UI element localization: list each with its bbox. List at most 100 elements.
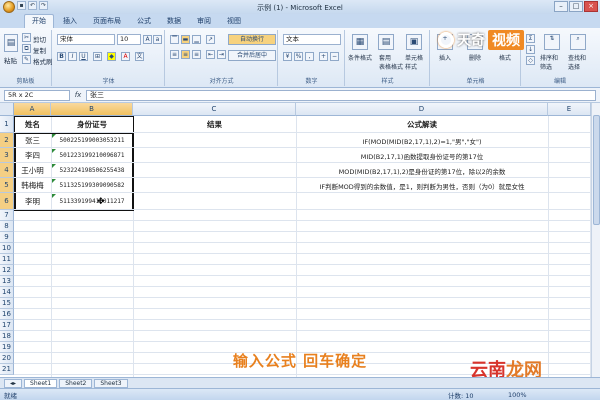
row-header[interactable]: 7 [0, 210, 14, 221]
merge-center-button[interactable]: 合并后居中 [228, 50, 276, 61]
cell-header-explain[interactable]: 公式解读 [296, 116, 548, 133]
format-label[interactable]: 格式 [499, 53, 511, 62]
vertical-scrollbar[interactable] [591, 103, 600, 377]
maximize-button[interactable]: □ [569, 1, 583, 12]
align-bottom-icon[interactable]: ▁ [192, 35, 201, 44]
cell-explain[interactable]: MID(B2,17,1)函数提取身份证号的第17位 [296, 148, 548, 163]
increase-indent-icon[interactable]: ⇥ [217, 50, 226, 59]
border-icon[interactable]: ⊞ [93, 52, 102, 61]
number-format-select[interactable]: 文本 [283, 34, 341, 45]
font-size-select[interactable]: 10 [117, 34, 141, 45]
align-right-icon[interactable]: ≡ [192, 50, 201, 59]
row-header[interactable]: 1 [0, 116, 14, 133]
table-format-icon[interactable]: ▤ [378, 34, 394, 50]
row-header[interactable]: 13 [0, 276, 14, 287]
worksheet-grid[interactable]: A B C D E 姓名 身份证号 结果 公式解读 张三 50022519900… [0, 103, 600, 377]
cut-icon[interactable]: ✂ [22, 33, 31, 42]
conditional-format-label[interactable]: 条件格式 [348, 53, 372, 62]
column-header-d[interactable]: D [296, 103, 548, 116]
bold-icon[interactable]: B [57, 52, 66, 61]
tab-home[interactable]: 开始 [24, 14, 54, 28]
increase-decimal-icon[interactable]: + [319, 52, 328, 61]
column-header-c[interactable]: C [133, 103, 296, 116]
tab-data[interactable]: 数据 [160, 15, 188, 28]
delete-label[interactable]: 删除 [469, 53, 481, 62]
row-header[interactable]: 5 [0, 178, 14, 193]
tab-insert[interactable]: 插入 [56, 15, 84, 28]
sort-filter-label[interactable]: 排序和 筛选 [540, 53, 558, 71]
copy-icon[interactable]: ⧉ [22, 44, 31, 53]
cell-explain[interactable]: IF判断MOD得到的余数值，是1，则判断为男性，否则（为0）就是女性 [296, 178, 548, 193]
row-header[interactable]: 17 [0, 320, 14, 331]
row-header[interactable]: 15 [0, 298, 14, 309]
name-box[interactable]: 5R x 2C [4, 89, 70, 101]
cell-header-result[interactable]: 结果 [133, 116, 296, 133]
cell-explain[interactable]: IF(MOD(MID(B2,17,1),2)=1,"男","女") [296, 133, 548, 148]
insert-label[interactable]: 插入 [439, 53, 451, 62]
align-left-icon[interactable]: ≡ [170, 50, 179, 59]
cell-style-icon[interactable]: ▣ [406, 34, 422, 50]
row-header[interactable]: 12 [0, 265, 14, 276]
sort-filter-icon[interactable]: ⇅ [544, 34, 560, 50]
row-header[interactable]: 4 [0, 163, 14, 178]
cut-label[interactable]: 剪切 [33, 34, 46, 44]
fx-icon[interactable]: fx [70, 91, 86, 99]
italic-icon[interactable]: I [68, 52, 77, 61]
find-select-icon[interactable]: ⌕ [570, 34, 586, 50]
row-header[interactable]: 8 [0, 221, 14, 232]
copy-label[interactable]: 复制 [33, 45, 46, 55]
shrink-font-icon[interactable]: a [153, 35, 162, 44]
paste-icon[interactable]: ▤ [4, 34, 18, 52]
sheet-tab[interactable]: Sheet3 [94, 378, 128, 388]
align-center-icon[interactable]: ≡ [181, 50, 190, 59]
row-header[interactable]: 18 [0, 331, 14, 342]
percent-icon[interactable]: % [294, 52, 303, 61]
close-button[interactable]: × [584, 1, 598, 12]
row-header[interactable]: 11 [0, 254, 14, 265]
select-all-button[interactable] [0, 103, 14, 116]
row-header[interactable]: 2 [0, 133, 14, 148]
status-zoom[interactable]: 100% [508, 391, 527, 399]
fill-icon[interactable]: ↓ [526, 45, 535, 54]
tab-page-layout[interactable]: 页面布局 [86, 15, 128, 28]
scrollbar-thumb[interactable] [593, 115, 600, 225]
column-header-e[interactable]: E [548, 103, 591, 116]
font-color-icon[interactable]: A [121, 52, 130, 61]
wrap-text-button[interactable]: 自动换行 [228, 34, 276, 45]
tab-review[interactable]: 审阅 [190, 15, 218, 28]
orientation-icon[interactable]: ↗ [206, 35, 215, 44]
fill-color-icon[interactable]: ◆ [107, 52, 116, 61]
sheet-nav-icon[interactable]: ◂▸ [4, 378, 23, 388]
align-top-icon[interactable]: ▔ [170, 35, 179, 44]
row-header[interactable]: 6 [0, 193, 14, 210]
column-header-a[interactable]: A [14, 103, 51, 116]
row-header[interactable]: 3 [0, 148, 14, 163]
find-select-label[interactable]: 查找和 选择 [568, 53, 586, 71]
column-header-b[interactable]: B [51, 103, 133, 116]
sheet-tab[interactable]: Sheet1 [24, 378, 58, 388]
cell-style-label[interactable]: 单元格 样式 [405, 53, 423, 71]
align-middle-icon[interactable]: ▬ [181, 35, 190, 44]
row-header[interactable]: 10 [0, 243, 14, 254]
decrease-indent-icon[interactable]: ⇤ [206, 50, 215, 59]
tab-view[interactable]: 视图 [220, 15, 248, 28]
decrease-decimal-icon[interactable]: − [330, 52, 339, 61]
underline-icon[interactable]: U [79, 52, 88, 61]
format-painter-label[interactable]: 格式刷 [33, 56, 53, 66]
tab-formulas[interactable]: 公式 [130, 15, 158, 28]
sheet-tab[interactable]: Sheet2 [59, 378, 93, 388]
row-header[interactable]: 9 [0, 232, 14, 243]
row-header[interactable]: 16 [0, 309, 14, 320]
comma-icon[interactable]: , [305, 52, 314, 61]
phonetic-icon[interactable]: 文 [135, 52, 144, 61]
conditional-format-icon[interactable]: ▦ [352, 34, 368, 50]
cell-explain[interactable]: MOD(MID(B2,17,1),2)是身份证的第17位，除以2的余数 [296, 163, 548, 178]
minimize-button[interactable]: – [554, 1, 568, 12]
formula-input[interactable]: 张三 [86, 89, 596, 101]
autosum-icon[interactable]: Σ [526, 34, 535, 43]
row-header[interactable]: 14 [0, 287, 14, 298]
format-painter-icon[interactable]: ✎ [22, 55, 31, 64]
currency-icon[interactable]: ¥ [283, 52, 292, 61]
table-format-label[interactable]: 套用 表格格式 [379, 53, 403, 71]
paste-label[interactable]: 粘贴 [4, 55, 17, 65]
